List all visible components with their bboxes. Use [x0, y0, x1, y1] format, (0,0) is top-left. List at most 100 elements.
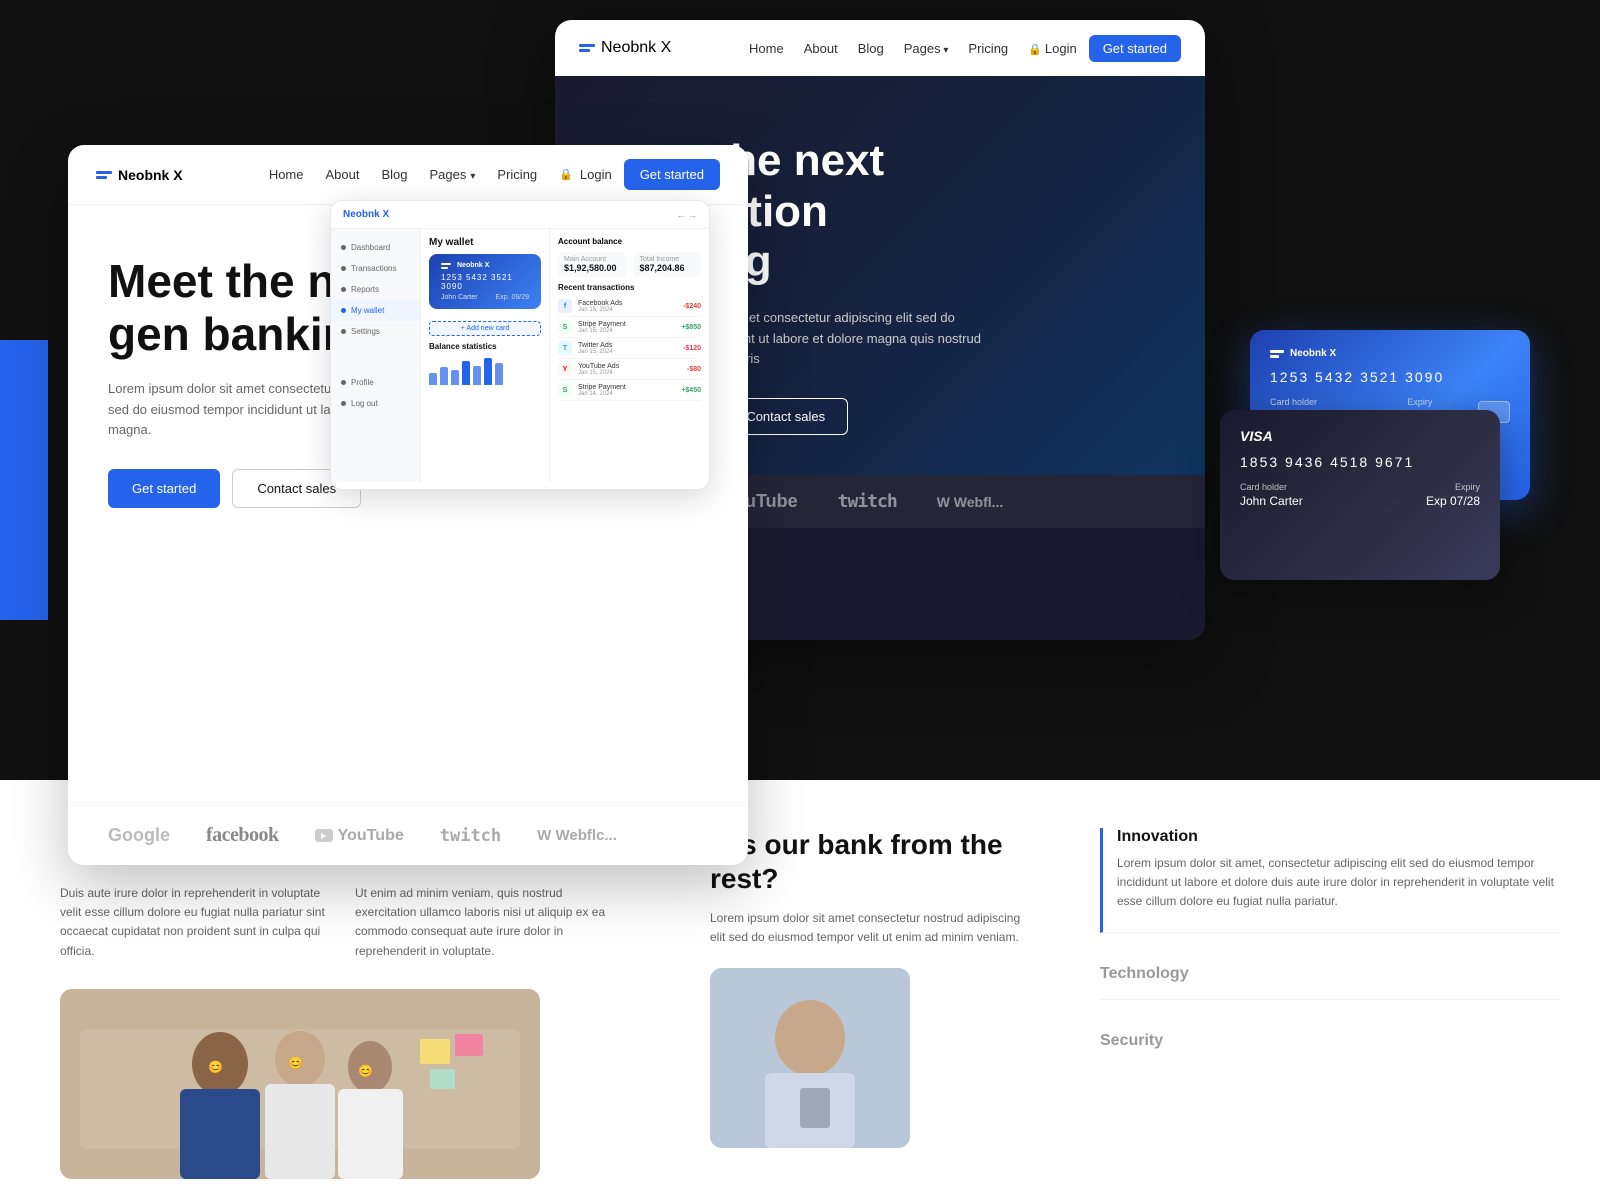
- dash-sidebar-settings[interactable]: Settings: [331, 321, 420, 342]
- white-nav-about[interactable]: About: [326, 167, 360, 182]
- black-card-number: 1853 9436 4518 9671: [1240, 454, 1480, 470]
- dash-wallet-title: My wallet: [429, 237, 541, 248]
- differentiator-desc: Lorem ipsum dolor sit amet consectetur n…: [710, 909, 1030, 947]
- dash-balance-row: Main Account $1,92,580.00 Total Income $…: [558, 252, 701, 277]
- white-nav-get-started-button[interactable]: Get started: [624, 159, 720, 190]
- trans-item-3: T Twitter Ads Jan 15, 2024 -$120: [558, 338, 701, 359]
- white-nav-logo-text: Neobnk X: [118, 167, 183, 183]
- black-credit-card: VISA 1853 9436 4518 9671 Card holder Joh…: [1220, 410, 1500, 580]
- blue-card-expiry-label: Expiry: [1378, 397, 1432, 407]
- dark-nav-logo-text: Neobnk X: [601, 39, 671, 57]
- person-photo: [710, 968, 910, 1148]
- dash-sidebar: Dashboard Transactions Reports My wallet…: [331, 229, 421, 482]
- dash-recent-trans-title: Recent transactions: [558, 283, 701, 292]
- dash-add-card-button[interactable]: + Add new card: [429, 321, 541, 336]
- dark-nav-logo: Neobnk X: [579, 39, 671, 57]
- dark-nav-get-started-button[interactable]: Get started: [1089, 35, 1181, 62]
- white-nav-links: Home About Blog Pages Pricing: [269, 167, 537, 182]
- feature-security-title: Security: [1100, 1032, 1560, 1050]
- dark-nav-pricing[interactable]: Pricing: [968, 41, 1008, 56]
- dash-right-panel: Account balance Main Account $1,92,580.0…: [549, 229, 709, 482]
- dash-bar-chart: [429, 355, 541, 385]
- white-nav-pricing[interactable]: Pricing: [497, 167, 537, 182]
- white-nav-blog[interactable]: Blog: [381, 167, 407, 182]
- youtube-icon-white: [315, 829, 333, 842]
- feature-technology[interactable]: Technology: [1100, 949, 1560, 1000]
- trans-item-1: f Facebook Ads Jan 15, 2024 -$240: [558, 296, 701, 317]
- dash-card-logo-mark: [441, 263, 451, 269]
- trans-item-4: Y YouTube Ads Jan 15, 2024 -$80: [558, 359, 701, 380]
- trans-icon-youtube: Y: [558, 362, 572, 376]
- dash-sidebar-bottom: Profile Log out: [331, 372, 420, 414]
- logo-mark-icon: [579, 44, 595, 52]
- dash-sidebar-reports[interactable]: Reports: [331, 279, 420, 300]
- feature-technology-title: Technology: [1100, 965, 1560, 983]
- black-card-footer: Card holder John Carter Expiry Exp 07/28: [1240, 482, 1480, 508]
- team-photo: 😊 😊 😊: [60, 989, 540, 1179]
- bar-6: [484, 358, 492, 385]
- black-card-brand: VISA: [1240, 428, 1480, 444]
- bar-3: [451, 370, 459, 385]
- feature-innovation-title: Innovation: [1117, 828, 1560, 846]
- white-partner-google: Google: [108, 825, 170, 846]
- dash-sidebar-dashboard[interactable]: Dashboard: [331, 237, 420, 258]
- white-login-button[interactable]: Login: [559, 167, 612, 182]
- bar-7: [495, 363, 503, 386]
- trans-icon-stripe2: S: [558, 383, 572, 397]
- dark-login-button[interactable]: Login: [1028, 41, 1077, 56]
- dash-card-brand-name: Neobnk X: [457, 262, 489, 269]
- dark-nav-about[interactable]: About: [804, 41, 838, 56]
- dark-nav: Neobnk X Home About Blog Pages Pricing L…: [555, 20, 1205, 76]
- blue-accent-bar-mid: [0, 340, 48, 620]
- black-card-holder-label: Card holder: [1240, 482, 1303, 492]
- trans-item-5: S Stripe Payment Jan 14, 2024 +$450: [558, 380, 701, 401]
- bank-account-cols: Duis aute irure dolor in reprehenderit i…: [60, 884, 620, 961]
- blue-card-brand-name: Neobnk X: [1290, 348, 1336, 359]
- white-nav-pages[interactable]: Pages: [430, 167, 476, 182]
- dash-transactions-title: Balance statistics: [429, 342, 541, 351]
- team-photo-svg: 😊 😊 😊: [60, 989, 540, 1179]
- dash-transactions-list: f Facebook Ads Jan 15, 2024 -$240 S Stri…: [558, 296, 701, 401]
- dash-sidebar-logout[interactable]: Log out: [331, 393, 420, 414]
- white-partner-webflow: W Webflc...: [537, 827, 617, 844]
- white-partner-facebook: facebook: [206, 824, 279, 847]
- dash-sidebar-profile[interactable]: Profile: [331, 372, 420, 393]
- dash-card-brand: Neobnk X: [441, 262, 529, 269]
- trans-item-2: S Stripe Payment Jan 15, 2024 +$850: [558, 317, 701, 338]
- dark-nav-home[interactable]: Home: [749, 41, 784, 56]
- dark-nav-blog[interactable]: Blog: [858, 41, 884, 56]
- dash-sidebar-transactions[interactable]: Transactions: [331, 258, 420, 279]
- dark-nav-pages[interactable]: Pages: [904, 41, 949, 56]
- blue-card-brand: Neobnk X: [1270, 348, 1510, 359]
- dash-header: Neobnk X ← →: [331, 201, 709, 229]
- blue-card-number: 1253 5432 3521 3090: [1270, 369, 1510, 385]
- dark-nav-links: Home About Blog Pages Pricing: [749, 41, 1008, 56]
- feature-innovation: Innovation Lorem ipsum dolor sit amet, c…: [1100, 828, 1560, 933]
- black-card-holder: John Carter: [1240, 494, 1303, 508]
- trans-icon-facebook: f: [558, 299, 572, 313]
- trans-icon-stripe1: S: [558, 320, 572, 334]
- dash-sidebar-wallet[interactable]: My wallet: [331, 300, 420, 321]
- dash-mini-card: Neobnk X 1253 5432 3521 3090 John Carter…: [429, 254, 541, 309]
- white-partner-youtube: YouTube: [315, 827, 404, 845]
- dash-nav-controls: ← →: [676, 210, 697, 220]
- dash-main-content: My wallet Neobnk X 1253 5432 3521 3090 J…: [421, 229, 549, 482]
- white-partners-row: Google facebook YouTube twitch W Webflc.…: [68, 805, 748, 865]
- bank-col-1: Duis aute irure dolor in reprehenderit i…: [60, 884, 325, 961]
- dashboard-mockup: Neobnk X ← → Dashboard Transactions Repo…: [330, 200, 710, 490]
- bar-2: [440, 367, 448, 385]
- white-nav-home[interactable]: Home: [269, 167, 304, 182]
- dash-body: Dashboard Transactions Reports My wallet…: [331, 229, 709, 482]
- black-card-expiry: Exp 07/28: [1426, 494, 1480, 508]
- svg-text:😊: 😊: [208, 1060, 223, 1074]
- bottom-right-section: Innovation Lorem ipsum dolor sit amet, c…: [1060, 780, 1600, 1200]
- dark-partner-webflow: W Webfl...: [937, 494, 1004, 510]
- dash-main-balance: Main Account $1,92,580.00: [558, 252, 626, 277]
- white-partner-twitch: twitch: [440, 826, 501, 846]
- feature-security[interactable]: Security: [1100, 1016, 1560, 1066]
- white-get-started-button[interactable]: Get started: [108, 469, 220, 508]
- credit-cards-stack: Neobnk X 1253 5432 3521 3090 Card holder…: [1220, 330, 1540, 590]
- dash-total-income: Total Income $87,204.86: [634, 252, 702, 277]
- dark-partner-twitch: twitch: [838, 491, 897, 512]
- white-nav: Neobnk X Home About Blog Pages Pricing L…: [68, 145, 748, 205]
